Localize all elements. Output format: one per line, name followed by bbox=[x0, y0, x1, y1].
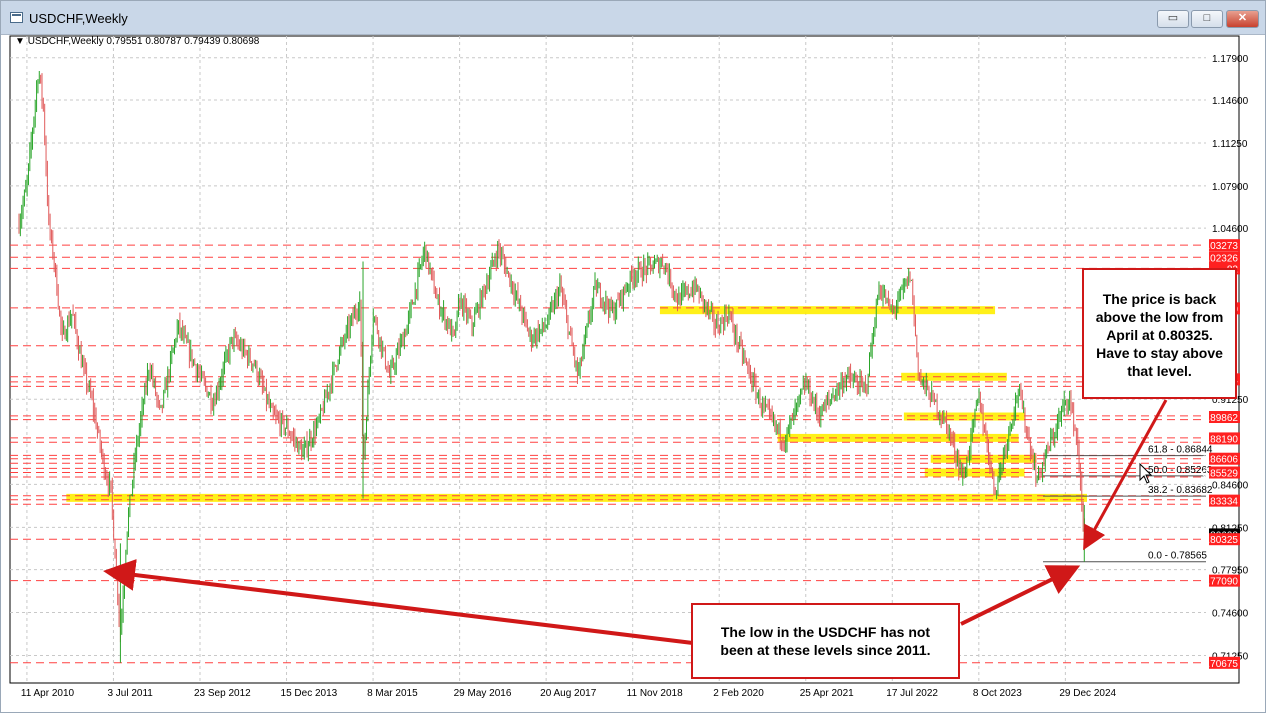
x-tick-label: 29 May 2016 bbox=[454, 688, 512, 699]
x-tick-label: 15 Dec 2013 bbox=[281, 688, 338, 699]
price-back-callout: The price is back above the low from Apr… bbox=[1082, 268, 1237, 399]
price-chart[interactable]: 61.8 - 0.8684450.0 - 0.8526338.2 - 0.836… bbox=[1, 34, 1265, 712]
yellow-zone bbox=[66, 493, 1087, 502]
y-tick-label: 0.84600 bbox=[1212, 480, 1249, 491]
collapse-triangle-icon[interactable]: ▼ bbox=[15, 36, 25, 47]
x-tick-label: 25 Apr 2021 bbox=[800, 688, 854, 699]
y-tick-label: 1.04600 bbox=[1212, 224, 1249, 235]
minimize-button[interactable]: ▭ bbox=[1157, 10, 1189, 28]
price-tag-label: 0.70675 bbox=[1202, 659, 1239, 670]
callout-line: April at 0.80325. bbox=[1106, 327, 1213, 343]
x-tick-label: 11 Nov 2018 bbox=[627, 688, 683, 699]
x-tick-label: 2 Feb 2020 bbox=[713, 688, 764, 699]
y-tick-label: 1.11250 bbox=[1212, 139, 1248, 150]
terminal-window: USDCHF,Weekly ▭ □ ✕ 61.8 - 0.86844 50.0 -… bbox=[0, 0, 1266, 713]
callout-line: that level. bbox=[1127, 363, 1192, 379]
callout-line: above the low from bbox=[1095, 309, 1224, 325]
fib-label: 0.0 - 0.78565 bbox=[1148, 551, 1207, 562]
x-tick-label: 8 Mar 2015 bbox=[367, 688, 418, 699]
y-tick-label: 1.17900 bbox=[1212, 54, 1249, 65]
y-tick-label: 1.14600 bbox=[1212, 96, 1249, 107]
x-tick-label: 8 Oct 2023 bbox=[973, 688, 1022, 699]
callout-line: The price is back bbox=[1102, 291, 1217, 307]
y-tick-label: 1.07900 bbox=[1212, 182, 1249, 193]
x-tick-label: 20 Aug 2017 bbox=[540, 688, 597, 699]
y-tick-label: 0.74600 bbox=[1212, 609, 1249, 620]
price-tag-label: 0.88190 bbox=[1202, 434, 1239, 445]
chart-window-icon bbox=[10, 12, 23, 23]
callout-line: Have to stay above bbox=[1096, 345, 1223, 361]
maximize-button[interactable]: □ bbox=[1191, 10, 1223, 28]
x-tick-label: 17 Jul 2022 bbox=[886, 688, 938, 699]
window-title: USDCHF,Weekly bbox=[29, 11, 128, 26]
symbol-ohlc-line: USDCHF,Weekly 0.79551 0.80787 0.79439 0.… bbox=[27, 36, 260, 47]
close-button[interactable]: ✕ bbox=[1226, 10, 1259, 28]
x-tick-label: 11 Apr 2010 bbox=[21, 688, 75, 699]
price-tag-label: 0.85529 bbox=[1202, 469, 1239, 480]
price-tag-label: 0.77090 bbox=[1202, 577, 1239, 588]
fib-label: 38.2 - 0.83682 bbox=[1148, 485, 1213, 496]
x-tick-label: 23 Sep 2012 bbox=[194, 688, 251, 699]
callout-line: The low in the USDCHF has not bbox=[720, 624, 931, 640]
window-titlebar[interactable]: USDCHF,Weekly ▭ □ ✕ bbox=[1, 1, 1265, 35]
price-tag-label: 1.03273 bbox=[1202, 241, 1239, 252]
price-tag-label: 0.83334 bbox=[1202, 497, 1239, 508]
callout-line: been at these levels since 2011. bbox=[720, 642, 931, 658]
symbol-info: ▼ USDCHF,Weekly 0.79551 0.80787 0.79439 … bbox=[15, 36, 259, 47]
low-since-2011-callout: The low in the USDCHF has not been at th… bbox=[691, 603, 960, 679]
price-tag-label: 0.89862 bbox=[1202, 413, 1239, 424]
price-tag-label: 0.80325 bbox=[1202, 535, 1239, 546]
price-tag-label: 0.86606 bbox=[1202, 455, 1239, 466]
x-tick-label: 3 Jul 2011 bbox=[107, 688, 153, 699]
x-tick-label: 29 Dec 2024 bbox=[1059, 688, 1116, 699]
